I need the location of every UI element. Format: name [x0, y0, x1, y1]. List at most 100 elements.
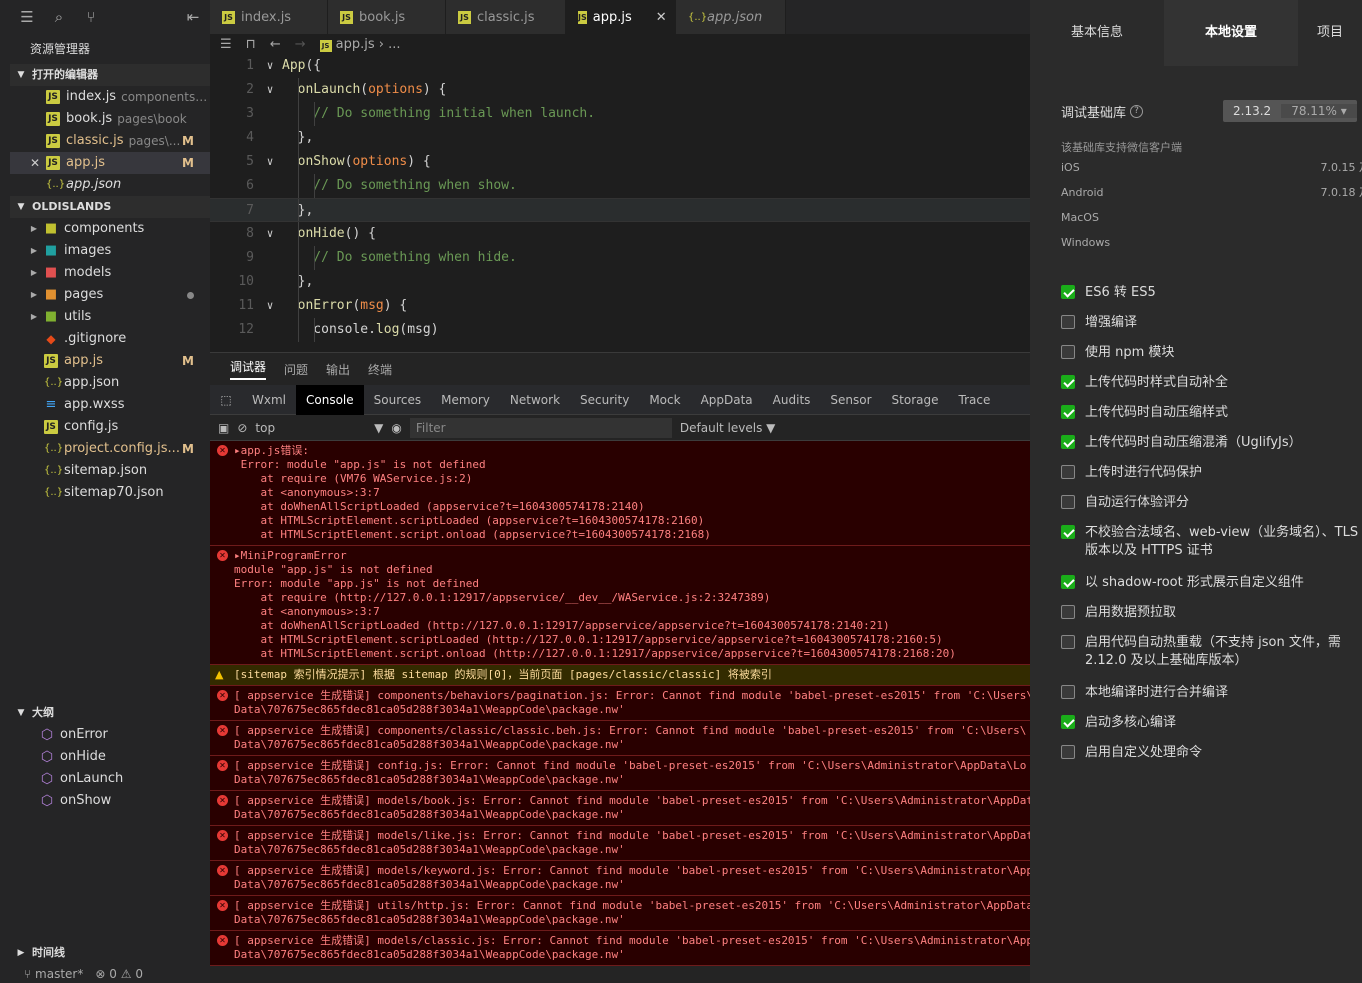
branch-status[interactable]: ⑂ master* — [24, 967, 83, 981]
console-output[interactable]: ✕ ▸app.js错误: Error: module "app.js" is no… — [210, 441, 1030, 983]
checkbox[interactable] — [1061, 405, 1075, 419]
tab-network[interactable]: Network — [500, 385, 570, 415]
tab-classic-js[interactable]: JS classic.js — [446, 0, 566, 34]
sidebar-toggle-icon[interactable]: ▣ — [218, 421, 229, 435]
tab-appdata[interactable]: AppData — [691, 385, 763, 415]
setting-option[interactable]: 上传代码时样式自动补全 — [1061, 374, 1362, 404]
setting-option[interactable]: ES6 转 ES5 — [1061, 284, 1362, 314]
tree-item[interactable]: ◆ .gitignore — [10, 328, 210, 350]
setting-option[interactable]: 以 shadow-root 形式展示自定义组件 — [1061, 574, 1362, 604]
checkbox[interactable] — [1061, 375, 1075, 389]
breadcrumb-file[interactable]: JS app.js › ... — [319, 37, 401, 52]
setting-option[interactable]: 增强编译 — [1061, 314, 1362, 344]
setting-option[interactable]: 不校验合法域名、web-view（业务域名）、TLS 版本以及 HTTPS 证书 — [1061, 524, 1362, 574]
fold-icon[interactable]: ∨ — [258, 294, 282, 318]
checkbox[interactable] — [1061, 285, 1075, 299]
panel-tab[interactable]: 输出 — [326, 361, 350, 378]
tree-item[interactable]: ▶ ■ images — [10, 240, 210, 262]
checkbox[interactable] — [1061, 715, 1075, 729]
code-line[interactable]: 8 ∨ onHide() { — [210, 222, 1030, 246]
tree-item[interactable]: {..} sitemap.json — [10, 460, 210, 482]
outline-header[interactable]: ▼ 大纲 — [10, 702, 210, 724]
fold-icon[interactable]: ∨ — [258, 150, 282, 174]
checkbox[interactable] — [1061, 575, 1075, 589]
list-icon[interactable]: ☰ — [220, 37, 232, 52]
checkbox[interactable] — [1061, 605, 1075, 619]
close-icon[interactable]: ✕ — [30, 152, 40, 174]
checkbox[interactable] — [1061, 525, 1075, 539]
filter-input[interactable]: Filter — [409, 417, 672, 438]
tab-storage[interactable]: Storage — [882, 385, 949, 415]
outline-item[interactable]: ⬡ onHide — [10, 746, 210, 768]
setting-option[interactable]: 启用代码自动热重载（不支持 json 文件，需 2.12.0 及以上基础库版本） — [1061, 634, 1362, 684]
settings-tab[interactable]: 基本信息 — [1030, 0, 1164, 66]
code-line[interactable]: 5 ∨ onShow(options) { — [210, 150, 1030, 174]
outline-item[interactable]: ⬡ onError — [10, 724, 210, 746]
tab-mock[interactable]: Mock — [639, 385, 690, 415]
checkbox[interactable] — [1061, 345, 1075, 359]
setting-option[interactable]: 使用 npm 模块 — [1061, 344, 1362, 374]
code-line[interactable]: 9 // Do something when hide. — [210, 246, 1030, 270]
collapse-sidebar-icon[interactable]: ⇤ — [184, 8, 202, 26]
tree-item[interactable]: JS config.js — [10, 416, 210, 438]
tab-book-js[interactable]: JS book.js — [328, 0, 446, 34]
menu-icon[interactable]: ☰ — [18, 8, 36, 26]
setting-option[interactable]: 启用数据预拉取 — [1061, 604, 1362, 634]
back-arrow-icon[interactable]: ← — [270, 37, 281, 52]
tab-audits[interactable]: Audits — [763, 385, 821, 415]
tab-console[interactable]: Console — [296, 384, 364, 415]
checkbox[interactable] — [1061, 465, 1075, 479]
tab-index-js[interactable]: JS index.js — [210, 0, 328, 34]
context-select[interactable]: top ▼ — [255, 421, 383, 435]
setting-option[interactable]: 上传代码时自动压缩样式 — [1061, 404, 1362, 434]
tab-app-json[interactable]: {..} app.json — [676, 0, 786, 34]
tree-item[interactable]: {..} project.config.js... M — [10, 438, 210, 460]
settings-tab[interactable]: 项目 — [1298, 0, 1362, 66]
open-editor-item[interactable]: JS classic.js pages\... M — [10, 130, 210, 152]
code-line[interactable]: 1 ∨ App({ — [210, 54, 1030, 78]
code-line[interactable]: 12 console.log(msg) — [210, 318, 1030, 342]
setting-option[interactable]: 上传时进行代码保护 — [1061, 464, 1362, 494]
code-line[interactable]: 6 // Do something when show. — [210, 174, 1030, 198]
checkbox[interactable] — [1061, 435, 1075, 449]
console-error[interactable]: ✕ [ appservice 生成错误] models/classic.js: E… — [210, 931, 1030, 966]
code-editor[interactable]: 1 ∨ App({2 ∨ onLaunch(options) {3 // Do som… — [210, 54, 1030, 350]
console-error[interactable]: ✕ ▸app.js错误: Error: module "app.js" is no… — [210, 441, 1030, 546]
fold-icon[interactable]: ∨ — [258, 222, 282, 246]
code-line[interactable]: 10 }, — [210, 270, 1030, 294]
tab-memory[interactable]: Memory — [431, 385, 500, 415]
checkbox[interactable] — [1061, 635, 1075, 649]
forward-arrow-icon[interactable]: → — [295, 37, 306, 52]
timeline-header[interactable]: ▶ 时间线 — [10, 942, 210, 964]
console-error[interactable]: ✕ [ appservice 生成错误] models/like.js: Erro… — [210, 826, 1030, 861]
console-error[interactable]: ✕ [ appservice 生成错误] config.js: Error: Ca… — [210, 756, 1030, 791]
outline-item[interactable]: ⬡ onShow — [10, 790, 210, 812]
tab-security[interactable]: Security — [570, 385, 639, 415]
project-header[interactable]: ▼ OLDISLANDS — [10, 196, 210, 218]
close-icon[interactable]: ✕ — [656, 10, 667, 25]
fold-icon[interactable]: ∨ — [258, 54, 282, 78]
open-editor-item[interactable]: JS book.js pages\book — [10, 108, 210, 130]
setting-option[interactable]: 自动运行体验评分 — [1061, 494, 1362, 524]
setting-option[interactable]: 上传代码时自动压缩混淆（UglifyJs） — [1061, 434, 1362, 464]
tree-item[interactable]: ▶ ■ pages — [10, 284, 210, 306]
eye-icon[interactable]: ◉ — [391, 421, 401, 435]
tree-item[interactable]: ▶ ■ utils — [10, 306, 210, 328]
problems-status[interactable]: ⊗ 0 ⚠ 0 — [95, 967, 143, 981]
open-editor-item[interactable]: {..} app.json — [10, 174, 210, 196]
open-editor-item[interactable]: JS index.js components\i... — [10, 86, 210, 108]
source-control-icon[interactable]: ⑂ — [82, 8, 100, 26]
clear-console-icon[interactable]: ⊘ — [237, 421, 247, 435]
checkbox[interactable] — [1061, 685, 1075, 699]
console-error[interactable]: ✕ [ appservice 生成错误] models/book.js: Erro… — [210, 791, 1030, 826]
checkbox[interactable] — [1061, 745, 1075, 759]
code-line[interactable]: 3 // Do something initial when launch. — [210, 102, 1030, 126]
panel-tab[interactable]: 终端 — [368, 361, 392, 378]
tree-item[interactable]: JS app.js M — [10, 350, 210, 372]
settings-tab[interactable]: 本地设置 — [1164, 0, 1298, 66]
fold-icon[interactable]: ∨ — [258, 78, 282, 102]
tab-trace[interactable]: Trace — [949, 385, 1001, 415]
setting-option[interactable]: 启动多核心编译 — [1061, 714, 1362, 744]
panel-tab[interactable]: 问题 — [284, 361, 308, 378]
console-error[interactable]: ✕ [ appservice 生成错误] utils/http.js: Error… — [210, 896, 1030, 931]
